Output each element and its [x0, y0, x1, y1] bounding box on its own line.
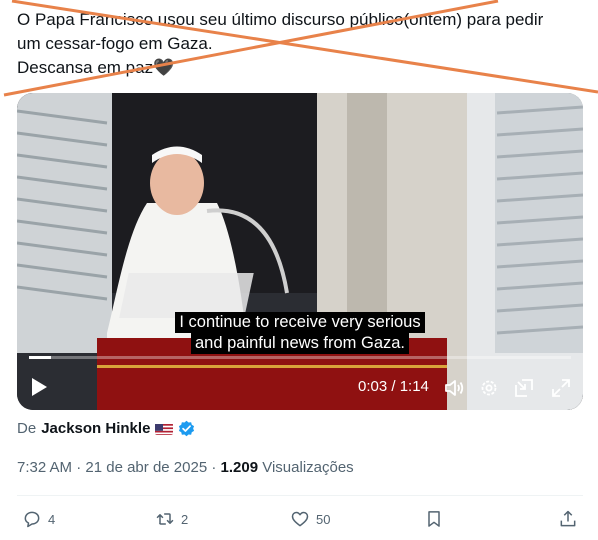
divider	[17, 495, 583, 496]
byline-prefix: De	[17, 420, 37, 437]
reply-icon	[24, 511, 40, 528]
views-label: Visualizações	[262, 459, 354, 476]
subtitle-line: and painful news from Gaza.	[190, 333, 410, 354]
tweet-text-fragment: Descansa em paz	[17, 58, 154, 77]
share-icon	[560, 510, 576, 527]
retweet-count: 2	[181, 511, 189, 527]
tweet-text-line: Descansa em paz🖤	[17, 56, 587, 80]
reply-count: 4	[48, 511, 56, 527]
subtitle-line: I continue to receive very serious	[175, 312, 425, 333]
like-count: 50	[316, 511, 331, 527]
reply-button[interactable]: 4	[22, 507, 55, 531]
meta-separator: ·	[76, 459, 82, 476]
tweet-date-link[interactable]: 21 de abr de 2025	[85, 459, 207, 476]
settings-gear-icon[interactable]	[478, 377, 500, 399]
bookmark-icon	[428, 511, 440, 527]
tweet-byline: De Jackson Hinkle	[17, 420, 195, 437]
tweet-text-line: O Papa Francisco usou seu último discurs…	[17, 10, 544, 29]
video-time: 0:03 / 1:14	[358, 378, 429, 395]
video-player[interactable]: I continue to receive very serious and p…	[17, 93, 583, 410]
fullscreen-icon[interactable]	[550, 377, 572, 399]
video-progress-fill	[29, 356, 51, 359]
tweet-text-line: um cessar-fogo em Gaza.	[17, 34, 213, 53]
heart-icon	[291, 511, 309, 527]
verified-badge-icon	[179, 420, 195, 437]
us-flag-icon	[155, 423, 174, 435]
like-button[interactable]: 50	[290, 507, 330, 531]
play-icon[interactable]	[29, 376, 49, 398]
author-name-link[interactable]: Jackson Hinkle	[41, 420, 150, 437]
views-count: 1.209	[220, 459, 259, 476]
tweet-text: O Papa Francisco usou seu último discurs…	[17, 8, 587, 80]
share-button[interactable]	[558, 507, 578, 531]
tweet-time-link[interactable]: 7:32 AM	[17, 459, 72, 476]
video-frame	[17, 93, 583, 410]
tweet-meta: 7:32 AM · 21 de abr de 2025 · 1.209 Visu…	[17, 459, 354, 476]
tweet-action-bar: 4 2 50	[22, 507, 582, 531]
black-heart-emoji: 🖤	[153, 58, 175, 77]
video-progress-bar[interactable]	[29, 356, 571, 359]
picture-in-picture-icon[interactable]	[513, 377, 535, 399]
retweet-icon	[156, 513, 174, 525]
volume-icon[interactable]	[443, 377, 465, 399]
meta-separator: ·	[211, 459, 217, 476]
video-subtitle: I continue to receive very serious and p…	[17, 312, 583, 354]
bookmark-button[interactable]	[424, 507, 444, 531]
retweet-button[interactable]: 2	[155, 507, 188, 531]
